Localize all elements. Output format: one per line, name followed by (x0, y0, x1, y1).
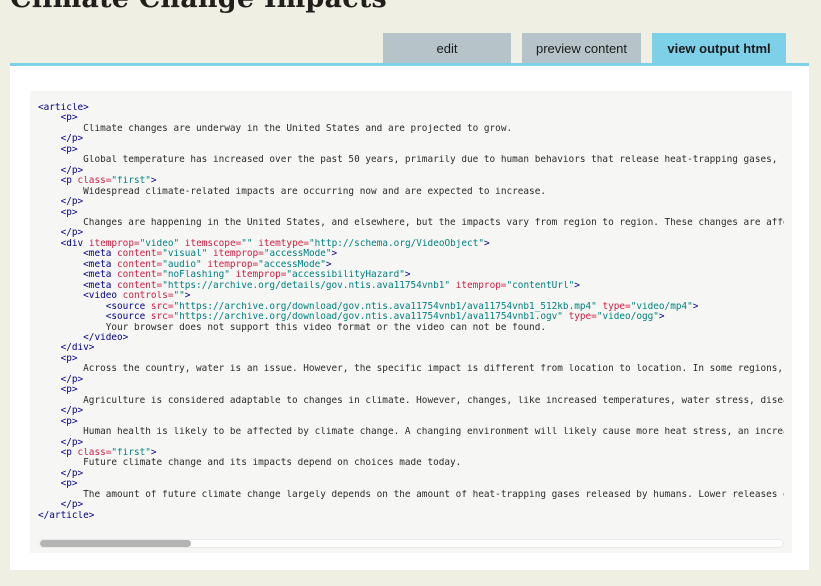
code-line: <meta content="https://archive.org/detai… (38, 281, 784, 291)
code-line: <meta content="visual" itemprop="accessM… (38, 249, 784, 259)
code-line: </p> (38, 500, 784, 510)
code-line: Across the country, water is an issue. H… (38, 364, 784, 374)
code-line: <source src="https://archive.org/downloa… (38, 302, 784, 312)
code-line: </p> (38, 197, 784, 207)
code-line: <p class="first"> (38, 448, 784, 458)
tab-bar: edit preview content view output html (10, 33, 809, 63)
code-line: <p> (38, 385, 784, 395)
tab-view-output-html[interactable]: view output html (652, 33, 786, 63)
code-view: <article> <p> Climate changes are underw… (30, 91, 792, 521)
code-line: The amount of future climate change larg… (38, 490, 784, 500)
code-line: </p> (38, 469, 784, 479)
code-line: <p> (38, 417, 784, 427)
code-line: <p> (38, 113, 784, 123)
tab-preview-content[interactable]: preview content (522, 33, 641, 63)
code-line: Widespread climate-related impacts are o… (38, 187, 784, 197)
code-line: <video controls=""> (38, 291, 784, 301)
code-line: Your browser does not support this video… (38, 323, 784, 333)
code-line: </p> (38, 438, 784, 448)
code-line: </p> (38, 134, 784, 144)
code-line: <p class="first"> (38, 176, 784, 186)
code-line: Climate changes are underway in the Unit… (38, 124, 784, 134)
code-line: </article> (38, 511, 784, 521)
code-line: </video> (38, 333, 784, 343)
code-line: <div itemprop="video" itemscope="" itemt… (38, 239, 784, 249)
code-line: Human health is likely to be affected by… (38, 427, 784, 437)
code-line: </div> (38, 343, 784, 353)
code-line: <meta content="noFlashing" itemprop="acc… (38, 270, 784, 280)
code-line: <p> (38, 208, 784, 218)
code-line: </p> (38, 406, 784, 416)
code-line: Global temperature has increased over th… (38, 155, 784, 165)
code-line: </p> (38, 166, 784, 176)
code-line: </p> (38, 228, 784, 238)
code-line: <p> (38, 354, 784, 364)
code-line: <p> (38, 145, 784, 155)
code-line: Future climate change and its impacts de… (38, 458, 784, 468)
code-wrap: <article> <p> Climate changes are underw… (30, 91, 792, 553)
page-title: Climate Change Impacts (10, 0, 387, 14)
horizontal-scrollbar-thumb[interactable] (40, 540, 191, 547)
code-line: </p> (38, 375, 784, 385)
output-panel: <article> <p> Climate changes are underw… (10, 63, 809, 570)
code-line: Changes are happening in the United Stat… (38, 218, 784, 228)
code-line: <article> (38, 103, 784, 113)
code-line: <meta content="audio" itemprop="accessMo… (38, 260, 784, 270)
code-line: <p> (38, 479, 784, 489)
tab-edit[interactable]: edit (383, 33, 511, 63)
code-line: Agriculture is considered adaptable to c… (38, 396, 784, 406)
code-line: <source src="https://archive.org/downloa… (38, 312, 784, 322)
horizontal-scrollbar[interactable] (38, 539, 784, 548)
